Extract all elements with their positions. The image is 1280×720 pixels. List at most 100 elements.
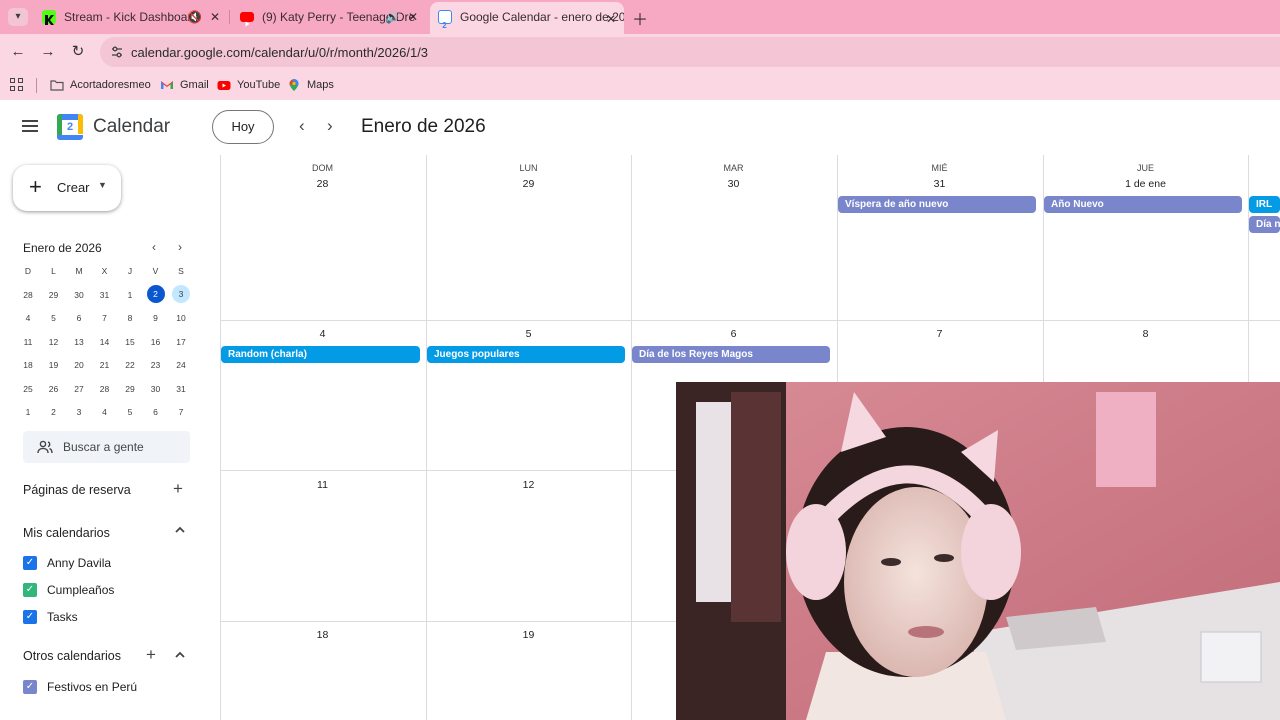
day-number[interactable]: 5 <box>426 328 631 340</box>
mini-calendar-day[interactable]: 31 <box>93 285 117 305</box>
main-menu-icon[interactable] <box>22 120 38 132</box>
tab-search-menu-button[interactable]: ▾ <box>8 8 28 26</box>
forward-button[interactable]: → <box>38 42 58 62</box>
today-button[interactable]: Hoy <box>212 110 274 144</box>
tab-kick-dashboard[interactable]: Stream - Kick Dashboard 🔇 ✕ <box>34 4 228 30</box>
mini-calendar-day[interactable]: 30 <box>67 285 91 305</box>
collapse-chevron-icon[interactable] <box>174 646 186 666</box>
mini-calendar-day[interactable]: 20 <box>67 355 91 375</box>
close-tab-icon[interactable]: ✕ <box>210 4 220 30</box>
day-number[interactable]: 7 <box>837 328 1042 340</box>
mini-calendar-day[interactable]: 5 <box>42 308 66 328</box>
mini-calendar-day[interactable]: 12 <box>42 332 66 352</box>
apps-grid-icon[interactable] <box>10 78 24 92</box>
checkbox-checked-icon[interactable]: ✓ <box>23 680 37 694</box>
bookmark-gmail[interactable]: Gmail <box>160 77 209 93</box>
day-number[interactable]: 30 <box>631 178 836 190</box>
muted-speaker-icon[interactable]: 🔇 <box>187 4 202 30</box>
day-number[interactable]: 6 <box>631 328 836 340</box>
day-number[interactable]: 1 de ene <box>1043 178 1248 190</box>
day-number[interactable]: 8 <box>1043 328 1248 340</box>
close-tab-icon[interactable]: ✕ <box>606 4 616 34</box>
speaker-icon[interactable]: 🔊 <box>385 4 400 30</box>
site-info-icon[interactable] <box>110 45 124 59</box>
day-number[interactable]: 12 <box>426 479 631 491</box>
mini-calendar-next-button[interactable]: › <box>178 240 182 254</box>
mini-calendar-prev-button[interactable]: ‹ <box>152 240 156 254</box>
mini-calendar-day[interactable]: 22 <box>118 355 142 375</box>
mini-calendar-day[interactable]: 8 <box>118 308 142 328</box>
new-tab-button[interactable]: ＋ <box>632 6 648 30</box>
mini-calendar-day[interactable]: 29 <box>118 379 142 399</box>
mini-calendar-day[interactable]: 7 <box>169 402 193 422</box>
address-bar[interactable]: calendar.google.com/calendar/u/0/r/month… <box>100 37 1280 67</box>
day-number[interactable]: 31 <box>837 178 1042 190</box>
mini-calendar-day[interactable]: 6 <box>144 402 168 422</box>
tab-youtube-katy-perry[interactable]: (9) Katy Perry - Teenage Dre 🔊 ✕ <box>232 4 426 30</box>
tab-google-calendar[interactable]: 2 Google Calendar - enero de 20 ✕ <box>430 2 624 34</box>
mini-calendar-day[interactable]: 26 <box>42 379 66 399</box>
event-chip[interactable]: Año Nuevo <box>1044 196 1242 213</box>
mini-calendar-day[interactable]: 28 <box>16 285 40 305</box>
mini-calendar-day[interactable]: 24 <box>169 355 193 375</box>
people-search-input[interactable]: Buscar a gente <box>23 431 190 463</box>
day-number[interactable]: 19 <box>426 629 631 641</box>
event-chip[interactable]: Víspera de año nuevo <box>838 196 1036 213</box>
mini-calendar-day[interactable]: 13 <box>67 332 91 352</box>
bookmark-acortadoresmeo[interactable]: Acortadoresmeo <box>50 77 151 93</box>
mini-calendar-day[interactable]: 18 <box>16 355 40 375</box>
add-booking-page-icon[interactable]: + <box>173 479 183 499</box>
mini-calendar-day[interactable]: 15 <box>118 332 142 352</box>
day-number[interactable]: 4 <box>220 328 425 340</box>
mini-calendar-day[interactable]: 4 <box>93 402 117 422</box>
my-calendars-header[interactable]: Mis calendarios <box>23 526 110 540</box>
mini-calendar-day[interactable]: 25 <box>16 379 40 399</box>
mini-calendar-day[interactable]: 4 <box>16 308 40 328</box>
reload-button[interactable]: ↻ <box>68 42 88 62</box>
mini-calendar-day[interactable]: 28 <box>93 379 117 399</box>
mini-calendar-day[interactable]: 1 <box>118 285 142 305</box>
mini-calendar-day[interactable]: 6 <box>67 308 91 328</box>
url-text[interactable]: calendar.google.com/calendar/u/0/r/month… <box>131 45 428 60</box>
create-button[interactable]: + Crear ▼ <box>13 165 121 211</box>
next-period-button[interactable]: › <box>327 116 333 136</box>
mini-calendar-day[interactable]: 2 <box>42 402 66 422</box>
day-number[interactable]: 11 <box>220 479 425 491</box>
mini-calendar-day[interactable]: 29 <box>42 285 66 305</box>
mini-calendar-day[interactable]: 7 <box>93 308 117 328</box>
mini-calendar-day[interactable]: 10 <box>169 308 193 328</box>
mini-calendar-day[interactable]: 3 <box>67 402 91 422</box>
mini-calendar-day[interactable]: 30 <box>144 379 168 399</box>
booking-pages-header[interactable]: Páginas de reserva <box>23 483 131 497</box>
day-number[interactable]: 18 <box>220 629 425 641</box>
mini-calendar-day[interactable]: 2 <box>144 284 168 305</box>
mini-calendar-day[interactable]: 16 <box>144 332 168 352</box>
previous-period-button[interactable]: ‹ <box>299 116 305 136</box>
mini-calendar-day[interactable]: 17 <box>169 332 193 352</box>
event-chip[interactable]: Random (charla) <box>221 346 420 363</box>
mini-calendar-day[interactable]: 9 <box>144 308 168 328</box>
mini-calendar-day[interactable]: 21 <box>93 355 117 375</box>
day-number[interactable]: 28 <box>220 178 425 190</box>
close-tab-icon[interactable]: ✕ <box>408 4 418 30</box>
google-calendar-logo[interactable]: 2 <box>57 114 83 140</box>
bookmark-youtube[interactable]: YouTube <box>217 77 280 93</box>
mini-calendar-day[interactable]: 31 <box>169 379 193 399</box>
event-chip[interactable]: Juegos populares <box>427 346 625 363</box>
back-button[interactable]: ← <box>8 42 28 62</box>
mini-calendar-day[interactable]: 14 <box>93 332 117 352</box>
mini-calendar-day[interactable]: 11 <box>16 332 40 352</box>
mini-calendar-day[interactable]: 27 <box>67 379 91 399</box>
day-number[interactable]: 29 <box>426 178 631 190</box>
event-chip[interactable]: Día n <box>1249 216 1280 233</box>
checkbox-checked-icon[interactable]: ✓ <box>23 556 37 570</box>
mini-calendar-day[interactable]: 3 <box>169 284 193 305</box>
checkbox-checked-icon[interactable]: ✓ <box>23 610 37 624</box>
add-other-calendar-icon[interactable]: + <box>146 645 156 665</box>
mini-calendar-day[interactable]: 5 <box>118 402 142 422</box>
event-chip[interactable]: Día de los Reyes Magos <box>632 346 830 363</box>
bookmark-maps[interactable]: Maps <box>287 77 334 93</box>
mini-calendar-day[interactable]: 23 <box>144 355 168 375</box>
collapse-chevron-icon[interactable] <box>174 523 186 539</box>
mini-calendar-day[interactable]: 1 <box>16 402 40 422</box>
